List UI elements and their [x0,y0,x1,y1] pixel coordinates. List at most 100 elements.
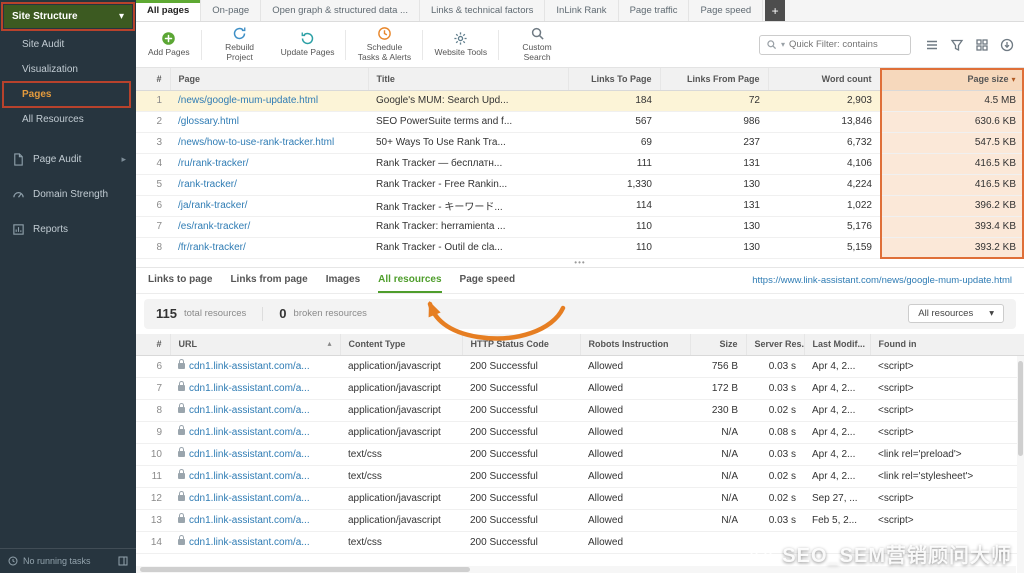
cell-row-number: 7 [136,378,170,400]
quick-filter-box[interactable]: ▾ [759,35,911,55]
sidebar-item-visualization[interactable]: Visualization [0,57,136,82]
pages-table-row[interactable]: 4 /ru/rank-tracker/ Rank Tracker — беспл… [136,153,1024,174]
add-pages-button[interactable]: Add Pages [142,29,196,60]
column-header-robots[interactable]: Robots Instruction [580,334,690,356]
resources-stats-bar: 115 total resources 0 broken resources A… [144,299,1016,329]
column-header-num[interactable]: # [136,334,170,356]
tab-all-pages[interactable]: All pages [136,0,201,21]
sidebar-item-page-audit[interactable]: Page Audit ▸ [0,142,136,177]
cell-page-url[interactable]: /fr/rank-tracker/ [170,237,368,258]
column-header-size[interactable]: Size [690,334,746,356]
cell-resource-url[interactable]: cdn1.link-assistant.com/a... [170,356,340,378]
cell-resource-url[interactable]: cdn1.link-assistant.com/a... [170,422,340,444]
export-icon[interactable] [1000,38,1014,52]
tab-page-speed-detail[interactable]: Page speed [460,268,516,293]
vertical-scrollbar[interactable] [1017,356,1024,573]
cell-resource-url[interactable]: cdn1.link-assistant.com/a... [170,466,340,488]
resources-table-row[interactable]: 14 cdn1.link-assistant.com/a... text/css… [136,532,1024,554]
tab-inlink-rank[interactable]: InLink Rank [545,0,618,21]
resources-table-row[interactable]: 8 cdn1.link-assistant.com/a... applicati… [136,400,1024,422]
pages-table-row[interactable]: 8 /fr/rank-tracker/ Rank Tracker - Outil… [136,237,1024,258]
clock-icon [8,556,18,566]
cell-page-url[interactable]: /news/google-mum-update.html [170,90,368,111]
tab-on-page[interactable]: On-page [201,0,261,21]
sidebar-item-site-structure[interactable]: Site Structure ▾ [4,5,132,28]
pages-table-row[interactable]: 3 /news/how-to-use-rank-tracker.html 50+… [136,132,1024,153]
resources-table-row[interactable]: 10 cdn1.link-assistant.com/a... text/css… [136,444,1024,466]
pages-table-row[interactable]: 1 /news/google-mum-update.html Google's … [136,90,1024,111]
sidebar-item-all-resources[interactable]: All Resources [0,107,136,132]
pages-table-row[interactable]: 7 /es/rank-tracker/ Rank Tracker: herram… [136,216,1024,237]
website-tools-button[interactable]: Website Tools [428,29,493,60]
resources-table-row[interactable]: 11 cdn1.link-assistant.com/a... text/css… [136,466,1024,488]
schedule-tasks-button[interactable]: Schedule Tasks & Alerts [351,24,417,65]
cell-links-to-page: 110 [568,237,660,258]
view-options-icon[interactable] [925,38,939,52]
tab-page-speed[interactable]: Page speed [689,0,763,21]
resources-table-row[interactable]: 13 cdn1.link-assistant.com/a... applicat… [136,510,1024,532]
update-pages-button[interactable]: Update Pages [275,29,341,60]
cell-resource-url[interactable]: cdn1.link-assistant.com/a... [170,488,340,510]
cell-page-url[interactable]: /es/rank-tracker/ [170,216,368,237]
cell-resource-url[interactable]: cdn1.link-assistant.com/a... [170,510,340,532]
workspace-grid-icon[interactable] [975,38,989,52]
scrollbar-thumb[interactable] [1018,361,1023,456]
tab-all-resources[interactable]: All resources [378,268,441,293]
rebuild-project-button[interactable]: Rebuild Project [207,24,273,65]
filter-icon[interactable] [950,38,964,52]
column-header-content-type[interactable]: Content Type [340,334,462,356]
cell-page-url[interactable]: /ja/rank-tracker/ [170,195,368,216]
pages-table-row[interactable]: 5 /rank-tracker/ Rank Tracker - Free Ran… [136,174,1024,195]
pane-splitter[interactable]: ••• [136,259,1024,268]
sidebar-item-pages[interactable]: Pages [0,82,136,107]
sidebar-item-site-audit[interactable]: Site Audit [0,32,136,57]
column-header-url[interactable]: ▴URL [170,334,340,356]
tab-links-from-page[interactable]: Links from page [230,268,307,293]
cell-page-url[interactable]: /glossary.html [170,111,368,132]
column-header-last-modified[interactable]: Last Modif... [804,334,870,356]
cell-page-url[interactable]: /news/how-to-use-rank-tracker.html [170,132,368,153]
selected-page-url-link[interactable]: https://www.link-assistant.com/news/goog… [752,275,1012,286]
column-header-num[interactable]: # [136,68,170,90]
cell-resource-url[interactable]: cdn1.link-assistant.com/a... [170,378,340,400]
column-header-links-to[interactable]: Links To Page [568,68,660,90]
resources-table-row[interactable]: 9 cdn1.link-assistant.com/a... applicati… [136,422,1024,444]
resources-table-row[interactable]: 6 cdn1.link-assistant.com/a... applicati… [136,356,1024,378]
resources-table-row[interactable]: 12 cdn1.link-assistant.com/a... applicat… [136,488,1024,510]
column-header-http-status[interactable]: HTTP Status Code [462,334,580,356]
tab-images[interactable]: Images [326,268,360,293]
resources-table-row[interactable]: 7 cdn1.link-assistant.com/a... applicati… [136,378,1024,400]
cell-resource-url[interactable]: cdn1.link-assistant.com/a... [170,532,340,554]
custom-search-button[interactable]: Custom Search [504,24,570,65]
sidebar-item-reports[interactable]: Reports [0,212,136,247]
tab-page-traffic[interactable]: Page traffic [619,0,690,21]
cell-content-type: application/javascript [340,510,462,532]
column-header-word-count[interactable]: Word count [768,68,880,90]
scrollbar-thumb[interactable] [140,567,470,572]
cell-resource-url[interactable]: cdn1.link-assistant.com/a... [170,444,340,466]
tab-open-graph[interactable]: Open graph & structured data ... [261,0,420,21]
cell-page-url[interactable]: /ru/rank-tracker/ [170,153,368,174]
quick-filter-input[interactable] [789,39,904,50]
column-header-page-size[interactable]: Page size▾ [880,68,1024,90]
pages-table-row[interactable]: 6 /ja/rank-tracker/ Rank Tracker - キーワード… [136,195,1024,216]
column-header-found-in[interactable]: Found in [870,334,1024,356]
tab-links-technical[interactable]: Links & technical factors [420,0,545,21]
column-header-links-from[interactable]: Links From Page [660,68,768,90]
column-header-server-response[interactable]: Server Res... [746,334,804,356]
cell-size: N/A [690,466,746,488]
add-workspace-tab-button[interactable]: + [765,0,785,21]
cell-resource-url[interactable]: cdn1.link-assistant.com/a... [170,400,340,422]
cell-title: Rank Tracker - Free Rankin... [368,174,568,195]
chevron-down-icon[interactable]: ▾ [781,40,785,49]
lock-icon [178,495,185,501]
resources-filter-dropdown[interactable]: All resources ▾ [908,304,1004,323]
tab-links-to-page[interactable]: Links to page [148,268,212,293]
sidebar-item-domain-strength[interactable]: Domain Strength [0,177,136,212]
expand-panel-icon[interactable] [118,556,128,566]
pages-table-row[interactable]: 2 /glossary.html SEO PowerSuite terms an… [136,111,1024,132]
horizontal-scrollbar[interactable] [136,566,1016,573]
cell-page-url[interactable]: /rank-tracker/ [170,174,368,195]
column-header-title[interactable]: Title [368,68,568,90]
column-header-page[interactable]: Page [170,68,368,90]
